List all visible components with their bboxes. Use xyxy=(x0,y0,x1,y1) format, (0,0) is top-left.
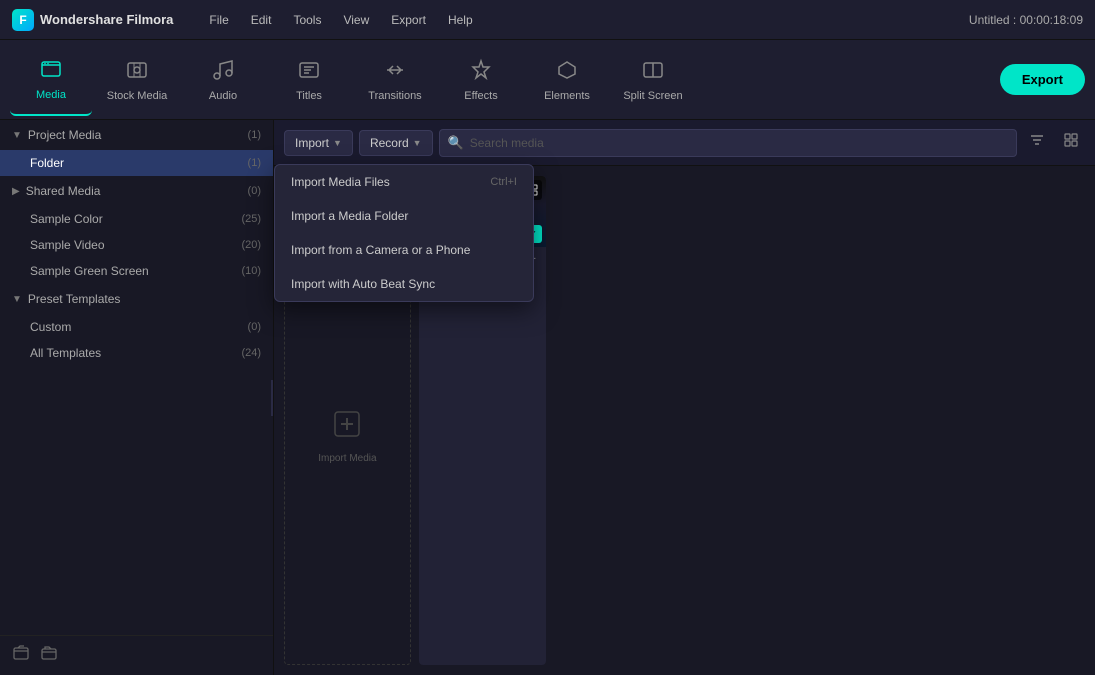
import-media-files-label: Import Media Files xyxy=(291,175,390,189)
project-media-count: (1) xyxy=(248,129,261,141)
import-placeholder-label: Import Media xyxy=(318,453,376,464)
import-auto-beat-sync-label: Import with Auto Beat Sync xyxy=(291,277,435,291)
import-media-folder-label: Import a Media Folder xyxy=(291,209,408,223)
sidebar-item-sample-color[interactable]: Sample Color (25) xyxy=(0,206,273,232)
tool-transitions[interactable]: Transitions xyxy=(354,44,436,116)
import-camera-phone-item[interactable]: Import from a Camera or a Phone xyxy=(275,233,533,267)
tool-split-screen-label: Split Screen xyxy=(623,90,682,102)
tool-media-label: Media xyxy=(36,89,66,101)
action-bar: Import ▼ Record ▼ 🔍 xyxy=(274,120,1095,166)
sidebar-section-project-media[interactable]: ▼ Project Media (1) xyxy=(0,120,273,150)
import-media-files-item[interactable]: Import Media Files Ctrl+I xyxy=(275,165,533,199)
search-input[interactable] xyxy=(470,136,1008,150)
search-icon: 🔍 xyxy=(448,135,464,151)
tool-titles[interactable]: Titles xyxy=(268,44,350,116)
app-logo: F Wondershare Filmora xyxy=(12,9,173,31)
tool-elements-label: Elements xyxy=(544,90,590,102)
all-templates-count: (24) xyxy=(241,347,261,359)
tool-transitions-label: Transitions xyxy=(368,90,421,102)
record-label: Record xyxy=(370,136,409,150)
record-button[interactable]: Record ▼ xyxy=(359,130,433,156)
sidebar-item-sample-green-screen[interactable]: Sample Green Screen (10) xyxy=(0,258,273,284)
tool-titles-label: Titles xyxy=(296,90,322,102)
chevron-right-icon: ▶ xyxy=(12,186,20,197)
menu-bar: File Edit Tools View Export Help xyxy=(199,9,482,31)
import-label: Import xyxy=(295,136,329,150)
chevron-down-icon-2: ▼ xyxy=(12,294,22,305)
import-camera-phone-label: Import from a Camera or a Phone xyxy=(291,243,470,257)
split-screen-icon xyxy=(641,58,665,86)
import-media-files-shortcut: Ctrl+I xyxy=(490,176,517,188)
media-icon xyxy=(39,57,63,85)
sidebar-item-custom[interactable]: Custom (0) xyxy=(0,314,273,340)
project-media-label: Project Media xyxy=(28,128,248,142)
menu-tools[interactable]: Tools xyxy=(283,9,331,31)
audio-icon xyxy=(211,58,235,86)
menu-export[interactable]: Export xyxy=(381,9,436,31)
tool-audio-label: Audio xyxy=(209,90,237,102)
sidebar-section-preset-templates[interactable]: ▼ Preset Templates xyxy=(0,284,273,314)
toolbar: Media Stock Media Audio Ti xyxy=(0,40,1095,120)
import-auto-beat-sync-item[interactable]: Import with Auto Beat Sync xyxy=(275,267,533,301)
filter-button[interactable] xyxy=(1023,128,1051,157)
top-bar: F Wondershare Filmora File Edit Tools Vi… xyxy=(0,0,1095,40)
sample-video-label: Sample Video xyxy=(30,238,241,252)
folder-label: Folder xyxy=(30,156,248,170)
folder-count: (1) xyxy=(248,157,261,169)
menu-help[interactable]: Help xyxy=(438,9,483,31)
tool-audio[interactable]: Audio xyxy=(182,44,264,116)
elements-icon xyxy=(555,58,579,86)
import-dropdown-menu: Import Media Files Ctrl+I Import a Media… xyxy=(274,164,534,302)
content-area: Import ▼ Record ▼ 🔍 xyxy=(274,120,1095,675)
sidebar-section-shared-media[interactable]: ▶ Shared Media (0) xyxy=(0,176,273,206)
preset-templates-label: Preset Templates xyxy=(28,292,261,306)
sample-green-screen-count: (10) xyxy=(241,265,261,277)
sidebar: ▼ Project Media (1) Folder (1) ▶ Shared … xyxy=(0,120,274,675)
custom-label: Custom xyxy=(30,320,248,334)
record-dropdown-arrow: ▼ xyxy=(413,138,422,148)
tool-stock-media-label: Stock Media xyxy=(107,90,168,102)
export-button[interactable]: Export xyxy=(1000,64,1085,95)
sample-green-screen-label: Sample Green Screen xyxy=(30,264,241,278)
shared-media-label: Shared Media xyxy=(26,184,248,198)
sidebar-item-all-templates[interactable]: All Templates (24) xyxy=(0,340,273,366)
transitions-icon xyxy=(383,58,407,86)
folder-icon[interactable] xyxy=(40,644,58,667)
sidebar-item-folder[interactable]: Folder (1) xyxy=(0,150,273,176)
menu-edit[interactable]: Edit xyxy=(241,9,282,31)
tool-elements[interactable]: Elements xyxy=(526,44,608,116)
tool-effects[interactable]: Effects xyxy=(440,44,522,116)
import-button[interactable]: Import ▼ xyxy=(284,130,353,156)
shared-media-count: (0) xyxy=(248,185,261,197)
main-area: ▼ Project Media (1) Folder (1) ▶ Shared … xyxy=(0,120,1095,675)
new-folder-icon[interactable] xyxy=(12,644,30,667)
search-bar: 🔍 xyxy=(439,129,1017,157)
window-title: Untitled : 00:00:18:09 xyxy=(969,13,1083,27)
import-dropdown-arrow: ▼ xyxy=(333,138,342,148)
all-templates-label: All Templates xyxy=(30,346,241,360)
sidebar-bottom xyxy=(0,635,273,675)
sample-video-count: (20) xyxy=(241,239,261,251)
tool-stock-media[interactable]: Stock Media xyxy=(96,44,178,116)
tool-media[interactable]: Media xyxy=(10,44,92,116)
import-plus-icon xyxy=(331,408,363,447)
grid-view-button[interactable] xyxy=(1057,128,1085,157)
stock-media-icon xyxy=(125,58,149,86)
app-name: Wondershare Filmora xyxy=(40,12,173,27)
sample-color-label: Sample Color xyxy=(30,212,241,226)
titles-icon xyxy=(297,58,321,86)
chevron-down-icon: ▼ xyxy=(12,130,22,141)
menu-file[interactable]: File xyxy=(199,9,238,31)
tool-split-screen[interactable]: Split Screen xyxy=(612,44,694,116)
menu-view[interactable]: View xyxy=(333,9,379,31)
custom-count: (0) xyxy=(248,321,261,333)
app-logo-icon: F xyxy=(12,9,34,31)
sidebar-item-sample-video[interactable]: Sample Video (20) xyxy=(0,232,273,258)
import-media-folder-item[interactable]: Import a Media Folder xyxy=(275,199,533,233)
tool-effects-label: Effects xyxy=(464,90,497,102)
effects-icon xyxy=(469,58,493,86)
sample-color-count: (25) xyxy=(241,213,261,225)
